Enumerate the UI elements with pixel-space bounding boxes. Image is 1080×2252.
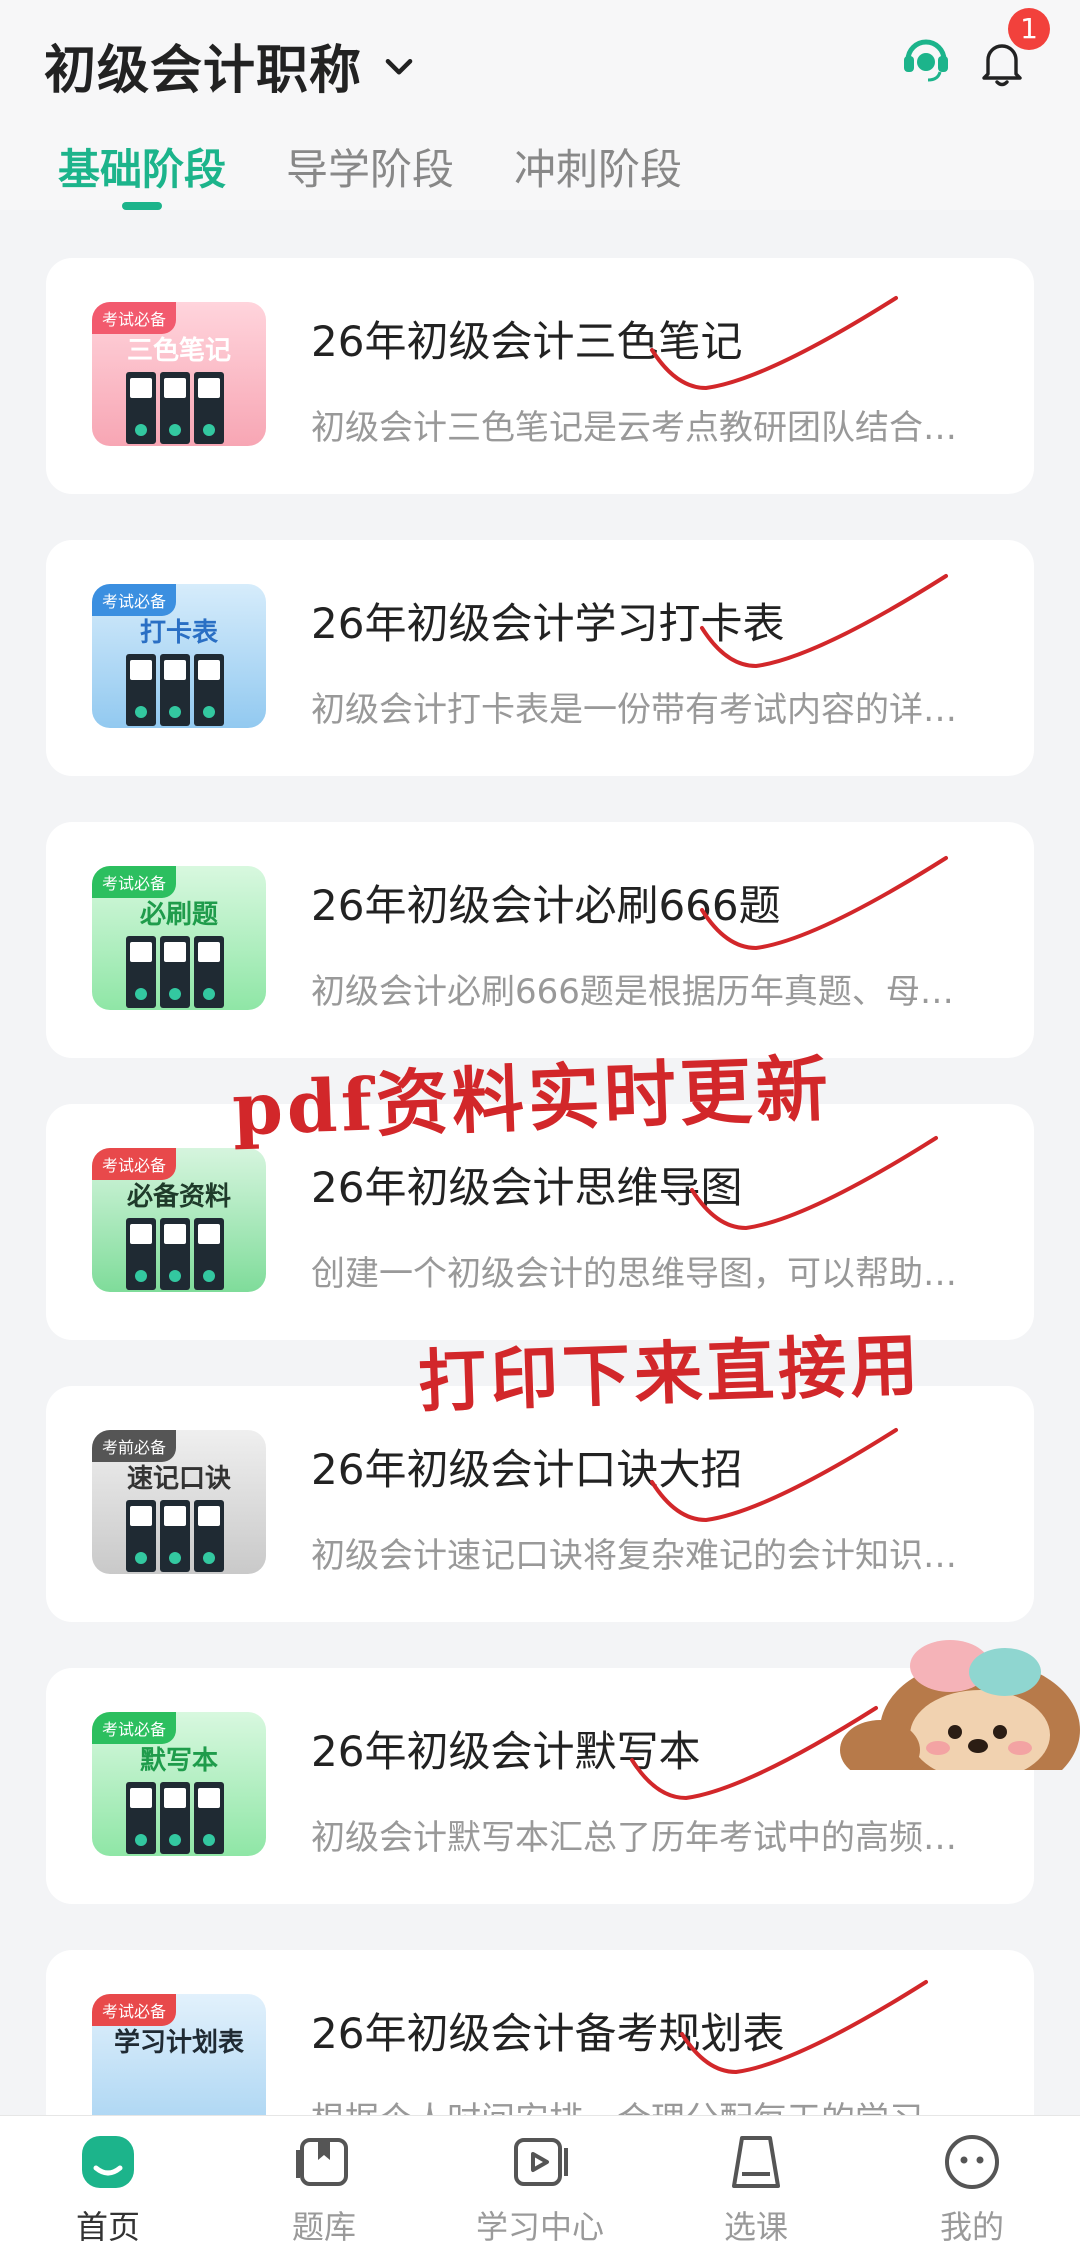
nav-label: 我的 [939, 2208, 1004, 2246]
tab-basic-stage[interactable]: 基础阶段 [58, 136, 226, 210]
card-description: 初级会计速记口诀将复杂难记的会计知识… [311, 1536, 957, 1576]
customer-service-icon[interactable] [898, 30, 954, 86]
thumbnail-image: 考前必备 速记口诀 [92, 1430, 266, 1574]
home-icon [82, 2136, 134, 2188]
books-graphic [126, 1218, 224, 1290]
course-icon [732, 2136, 780, 2188]
tab-sprint-stage[interactable]: 冲刺阶段 [514, 136, 682, 197]
card-title: 26年初级会计备考规划表 [311, 2009, 785, 2058]
chevron-down-icon [385, 58, 413, 75]
thumbnail-title: 学习计划表 [113, 2028, 244, 2058]
nav-study-center[interactable]: 学习中心 [432, 2116, 648, 2252]
nav-question-bank[interactable]: 题库 [216, 2116, 432, 2252]
nav-label: 首页 [75, 2208, 140, 2246]
card-title: 26年初级会计学习打卡表 [311, 599, 785, 648]
study-center-icon [514, 2138, 568, 2186]
books-graphic [126, 372, 224, 444]
books-graphic [126, 654, 224, 726]
thumbnail-image: 考试必备 必刷题 [92, 866, 266, 1010]
thumbnail-title: 必备资料 [126, 1182, 231, 1212]
nav-course-select[interactable]: 选课 [648, 2116, 864, 2252]
thumbnail-image: 考试必备 三色笔记 [92, 302, 266, 446]
overlay-text-print: 打印下来直接用 [416, 1325, 924, 1423]
list-item[interactable]: 考试必备 必刷题 26年初级会计必刷666题 初级会计必刷666题是根据历年真题… [46, 822, 1034, 1058]
card-title: 26年初级会计必刷666题 [311, 881, 781, 930]
profile-icon [945, 2135, 999, 2189]
books-graphic [126, 936, 224, 1008]
thumbnail-title: 速记口诀 [126, 1464, 231, 1494]
card-title: 26年初级会计三色笔记 [311, 317, 743, 366]
thumbnail-image: 考试必备 必备资料 [92, 1148, 266, 1292]
page-title: 初级会计职称 [44, 41, 363, 101]
list-item[interactable]: 考试必备 三色笔记 26年初级会计三色笔记 初级会计三色笔记是云考点教研团队结合… [46, 258, 1034, 494]
thumbnail-title: 打卡表 [139, 618, 218, 648]
books-graphic [126, 1500, 224, 1572]
header: 初级会计职称 1 基础阶段 导学阶段 冲刺阶段 [0, 0, 1080, 210]
stage-tabs: 基础阶段 导学阶段 冲刺阶段 [58, 136, 682, 210]
card-title: 26年初级会计默写本 [311, 1727, 701, 1776]
nav-profile[interactable]: 我的 [864, 2116, 1080, 2252]
notification-badge: 1 [1008, 8, 1050, 50]
bottom-nav: 首页 题库 学习中心 选课 我的 [0, 2115, 1080, 2252]
bear-sticker [840, 1640, 1080, 1770]
nav-label: 学习中心 [475, 2208, 604, 2246]
overlay-text-update: pdf资料实时更新 [230, 1045, 834, 1152]
thumbnail-image: 考试必备 默写本 [92, 1712, 266, 1856]
nav-label: 题库 [291, 2208, 356, 2246]
card-description: 初级会计打卡表是一份带有考试内容的详… [311, 690, 957, 730]
card-description: 初级会计默写本汇总了历年考试中的高频… [311, 1818, 957, 1858]
thumbnail-title: 必刷题 [139, 900, 218, 930]
books-graphic [126, 1782, 224, 1854]
card-description: 创建一个初级会计的思维导图，可以帮助… [311, 1254, 957, 1294]
nav-label: 选课 [723, 2208, 788, 2246]
thumbnail-title: 默写本 [139, 1746, 218, 1776]
thumbnail-title: 三色笔记 [126, 336, 231, 366]
card-title: 26年初级会计思维导图 [311, 1163, 743, 1212]
list-item[interactable]: 考试必备 打卡表 26年初级会计学习打卡表 初级会计打卡表是一份带有考试内容的详… [46, 540, 1034, 776]
title-dropdown[interactable]: 初级会计职称 [44, 28, 418, 103]
card-description: 初级会计必刷666题是根据历年真题、母… [311, 972, 954, 1012]
question-bank-icon [296, 2138, 348, 2186]
thumbnail-image: 考试必备 打卡表 [92, 584, 266, 728]
tab-guide-stage[interactable]: 导学阶段 [286, 136, 454, 197]
card-description: 初级会计三色笔记是云考点教研团队结合… [311, 408, 957, 448]
card-title: 26年初级会计口诀大招 [311, 1445, 743, 1494]
nav-home[interactable]: 首页 [0, 2116, 216, 2252]
